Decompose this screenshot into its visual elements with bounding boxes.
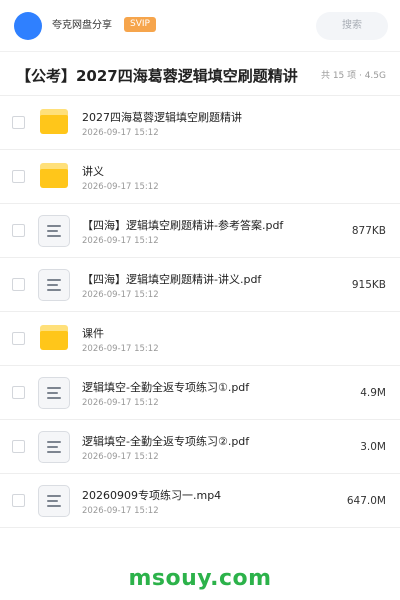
file-name: 课件: [82, 327, 104, 340]
file-size: 3.0M: [360, 441, 386, 453]
file-name: 2027四海葛蓉逻辑填空刷题精讲: [82, 111, 242, 124]
document-icon: [38, 431, 70, 463]
document-icon: [38, 377, 70, 409]
file-size: 877KB: [351, 225, 386, 237]
row-checkbox[interactable]: [12, 494, 25, 507]
list-item[interactable]: 逻辑填空-全勤全返专项练习②.pdf 2026-09-17 15:12 3.0M: [0, 420, 400, 474]
file-time: 2026-09-17 15:12: [82, 398, 159, 408]
document-icon: [38, 485, 70, 517]
row-checkbox[interactable]: [12, 170, 25, 183]
row-checkbox[interactable]: [12, 440, 25, 453]
file-time: 2026-09-17 15:12: [82, 290, 159, 300]
row-checkbox[interactable]: [12, 278, 25, 291]
file-list: 2027四海葛蓉逻辑填空刷题精讲 2026-09-17 15:12 讲义 2026-0…: [0, 96, 400, 528]
list-item[interactable]: 逻辑填空-全勤全返专项练习①.pdf 2026-09-17 15:12 4.9M: [0, 366, 400, 420]
list-item[interactable]: 20260909专项练习一.mp4 2026-09-17 15:12 647.0M: [0, 474, 400, 528]
document-icon: [38, 215, 70, 247]
share-title-bar: 【公考】2027四海葛蓉逻辑填空刷题精讲 共 15 项 · 4.5G: [0, 56, 400, 96]
list-item[interactable]: 讲义 2026-09-17 15:12: [0, 150, 400, 204]
file-time: 2026-09-17 15:12: [82, 128, 159, 138]
row-checkbox[interactable]: [12, 332, 25, 345]
top-bar: 夸克网盘分享 SVIP 搜索: [0, 0, 400, 52]
list-item[interactable]: 2027四海葛蓉逻辑填空刷题精讲 2026-09-17 15:12: [0, 96, 400, 150]
folder-icon: [40, 109, 68, 134]
list-item[interactable]: 课件 2026-09-17 15:12: [0, 312, 400, 366]
folder-icon: [40, 163, 68, 188]
file-name: 讲义: [82, 165, 104, 178]
file-size: 647.0M: [346, 495, 386, 507]
file-size: 915KB: [351, 279, 386, 291]
file-name: 【四海】逻辑填空刷题精讲-参考答案.pdf: [82, 219, 284, 232]
search-input[interactable]: 搜索: [316, 12, 388, 40]
row-checkbox[interactable]: [12, 224, 25, 237]
file-size: 4.9M: [360, 387, 386, 399]
app-name: 夸克网盘分享: [52, 20, 112, 31]
document-icon: [38, 269, 70, 301]
file-name: 【四海】逻辑填空刷题精讲-讲义.pdf: [82, 273, 262, 286]
file-time: 2026-09-17 15:12: [82, 182, 159, 192]
list-item[interactable]: 【四海】逻辑填空刷题精讲-讲义.pdf 2026-09-17 15:12 915KB: [0, 258, 400, 312]
file-name: 20260909专项练习一.mp4: [82, 489, 222, 502]
share-meta: 共 15 项 · 4.5G: [320, 71, 386, 81]
avatar[interactable]: [14, 12, 42, 40]
watermark: msouy.com: [128, 566, 272, 591]
page-title: 【公考】2027四海葛蓉逻辑填空刷题精讲: [16, 67, 298, 85]
svip-badge: SVIP: [124, 17, 156, 32]
folder-icon: [40, 325, 68, 350]
file-time: 2026-09-17 15:12: [82, 452, 159, 462]
row-checkbox[interactable]: [12, 386, 25, 399]
file-time: 2026-09-17 15:12: [82, 344, 159, 354]
file-time: 2026-09-17 15:12: [82, 236, 159, 246]
row-checkbox[interactable]: [12, 116, 25, 129]
file-name: 逻辑填空-全勤全返专项练习②.pdf: [82, 435, 250, 448]
list-item[interactable]: 【四海】逻辑填空刷题精讲-参考答案.pdf 2026-09-17 15:12 877…: [0, 204, 400, 258]
file-time: 2026-09-17 15:12: [82, 506, 159, 516]
file-name: 逻辑填空-全勤全返专项练习①.pdf: [82, 381, 250, 394]
